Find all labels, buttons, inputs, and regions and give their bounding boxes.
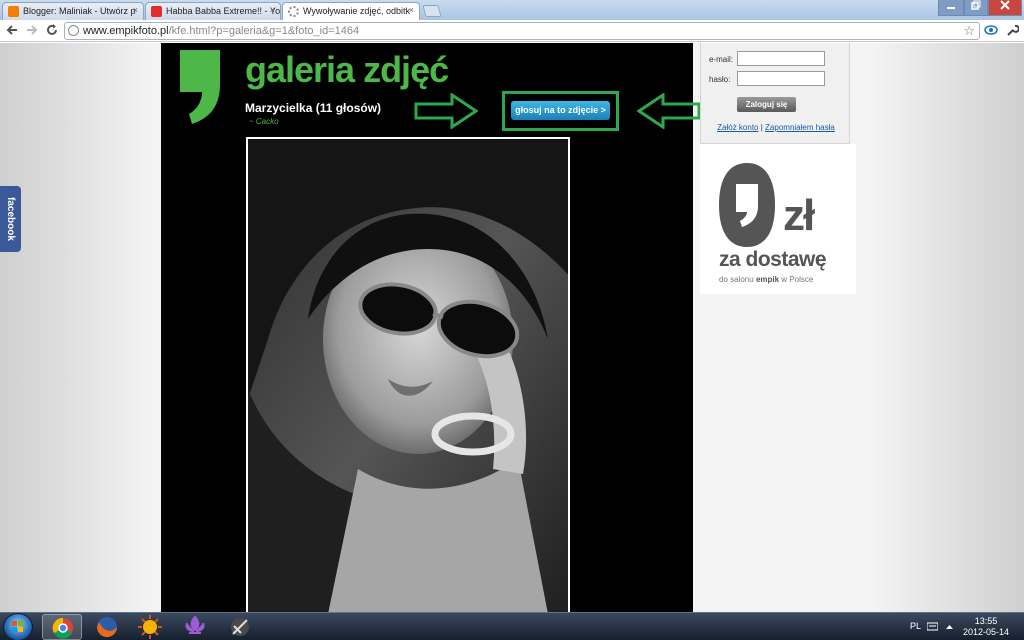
wrench-icon (1007, 24, 1020, 36)
minimize-icon (947, 7, 955, 9)
chrome-icon (52, 617, 73, 639)
windows-logo-icon (12, 621, 23, 632)
tab-empikfoto[interactable]: Wywoływanie zdjęć, odbitk × (282, 2, 420, 20)
new-tab-button[interactable] (422, 5, 442, 17)
password-label: hasło: (709, 75, 731, 84)
promo-brand: empik (755, 275, 780, 284)
keyboard-icon[interactable] (927, 621, 938, 632)
close-icon (1000, 0, 1010, 10)
minimize-button[interactable] (938, 0, 964, 16)
taskbar-sun-app[interactable] (130, 614, 170, 640)
clock-date: 2012-05-14 (962, 627, 1010, 637)
promo-subline-suffix: w Polsce (781, 275, 814, 284)
loading-icon (288, 6, 299, 17)
browser-toolbar: www.empikfoto.pl/kfe.html?p=galeria&g=1&… (0, 20, 1024, 42)
title-bar: Blogger: Maliniak - Utwórz p × Habba Bab… (0, 0, 1024, 20)
settings-button[interactable] (1004, 23, 1020, 39)
tab-close-icon[interactable]: × (133, 5, 138, 15)
tab-blogger[interactable]: Blogger: Maliniak - Utwórz p × (2, 2, 144, 20)
register-link[interactable]: Załóż konto (717, 123, 758, 132)
blogger-icon (8, 6, 19, 17)
tab-label: Habba Babba Extreme!! - Yo (166, 6, 281, 16)
taskbar-lily-app[interactable] (175, 614, 215, 640)
firefox-icon (97, 617, 117, 637)
fleur-de-lis-icon (185, 615, 205, 634)
forward-arrow-icon (27, 25, 38, 35)
promo-subline: do salonu empik w Polsce (719, 275, 813, 284)
tab-label: Wywoływanie zdjęć, odbitk (303, 6, 410, 16)
page-viewport: facebook galeria zdjęć Marzycielka (11 g… (0, 43, 1024, 612)
tab-label: Blogger: Maliniak - Utwórz p (23, 6, 136, 16)
login-panel: e-mail: hasło: Zaloguj się Załóż konto |… (700, 43, 850, 144)
restore-icon (971, 0, 981, 10)
photo-woman-sunglasses (248, 139, 568, 612)
facebook-tab[interactable]: facebook (0, 186, 21, 252)
taskbar-firefox[interactable] (87, 614, 127, 640)
youtube-icon (151, 6, 162, 17)
vote-button[interactable]: głosuj na to zdjęcie > (511, 101, 610, 120)
taskbar-game-app[interactable] (220, 614, 260, 640)
tab-youtube[interactable]: Habba Babba Extreme!! - Yo × (145, 2, 281, 20)
login-button[interactable]: Zaloguj się (737, 97, 796, 112)
sword-icon (231, 618, 249, 636)
empik-logo-icon (180, 50, 220, 124)
windows-taskbar: PL 13:55 2012-05-14 (0, 612, 1024, 640)
free-delivery-banner[interactable]: zł za dostawę do salonu empik w Polsce (700, 144, 856, 294)
restore-button[interactable] (964, 0, 988, 16)
url-domain: www.empikfoto.pl (83, 25, 169, 37)
url-path: /kfe.html?p=galeria&g=1&foto_id=1464 (168, 25, 360, 37)
language-indicator[interactable]: PL (910, 621, 921, 631)
globe-icon (68, 25, 79, 36)
close-window-button[interactable] (988, 0, 1022, 16)
promo-currency: zł (783, 191, 815, 240)
tray-expand-icon[interactable] (944, 621, 955, 632)
address-bar[interactable]: www.empikfoto.pl/kfe.html?p=galeria&g=1&… (64, 22, 980, 40)
bookmark-star-icon[interactable]: ☆ (963, 23, 975, 39)
tab-close-icon[interactable]: × (409, 5, 414, 15)
extension-button[interactable] (983, 23, 999, 39)
tab-close-icon[interactable]: × (270, 5, 275, 15)
promo-headline: za dostawę (719, 248, 827, 271)
clock-time: 13:55 (974, 616, 998, 626)
vote-highlight-box: głosuj na to zdjęcie > (502, 91, 619, 131)
gallery-photo[interactable] (246, 137, 570, 612)
email-label: e-mail: (709, 55, 734, 64)
photo-title: Marzycielka (11 głosów) (245, 101, 382, 115)
back-arrow-icon (6, 25, 17, 35)
account-links: Załóż konto | Zapomniałem hasła (701, 123, 851, 132)
eye-icon (984, 25, 998, 35)
system-clock[interactable]: 13:55 2012-05-14 (958, 616, 1014, 638)
link-separator: | (760, 123, 763, 132)
gallery-panel: galeria zdjęć Marzycielka (11 głosów) ~ … (161, 43, 701, 612)
reload-button[interactable] (44, 23, 60, 39)
photo-author[interactable]: ~ Cacko (249, 117, 279, 126)
reload-icon (47, 24, 57, 35)
left-arrow-annotation-icon (637, 93, 701, 129)
password-field[interactable] (737, 71, 825, 86)
forward-button[interactable] (24, 23, 40, 39)
email-field[interactable] (737, 51, 825, 66)
sun-icon (138, 615, 162, 639)
promo-subline-prefix: do salonu (719, 275, 754, 284)
zero-logo-icon (719, 163, 775, 247)
back-button[interactable] (4, 23, 20, 39)
forgot-password-link[interactable]: Zapomniałem hasła (765, 123, 835, 132)
start-button[interactable] (3, 613, 33, 640)
taskbar-chrome[interactable] (42, 614, 82, 640)
right-arrow-annotation-icon (414, 93, 478, 129)
gallery-title: galeria zdjęć (245, 49, 449, 90)
